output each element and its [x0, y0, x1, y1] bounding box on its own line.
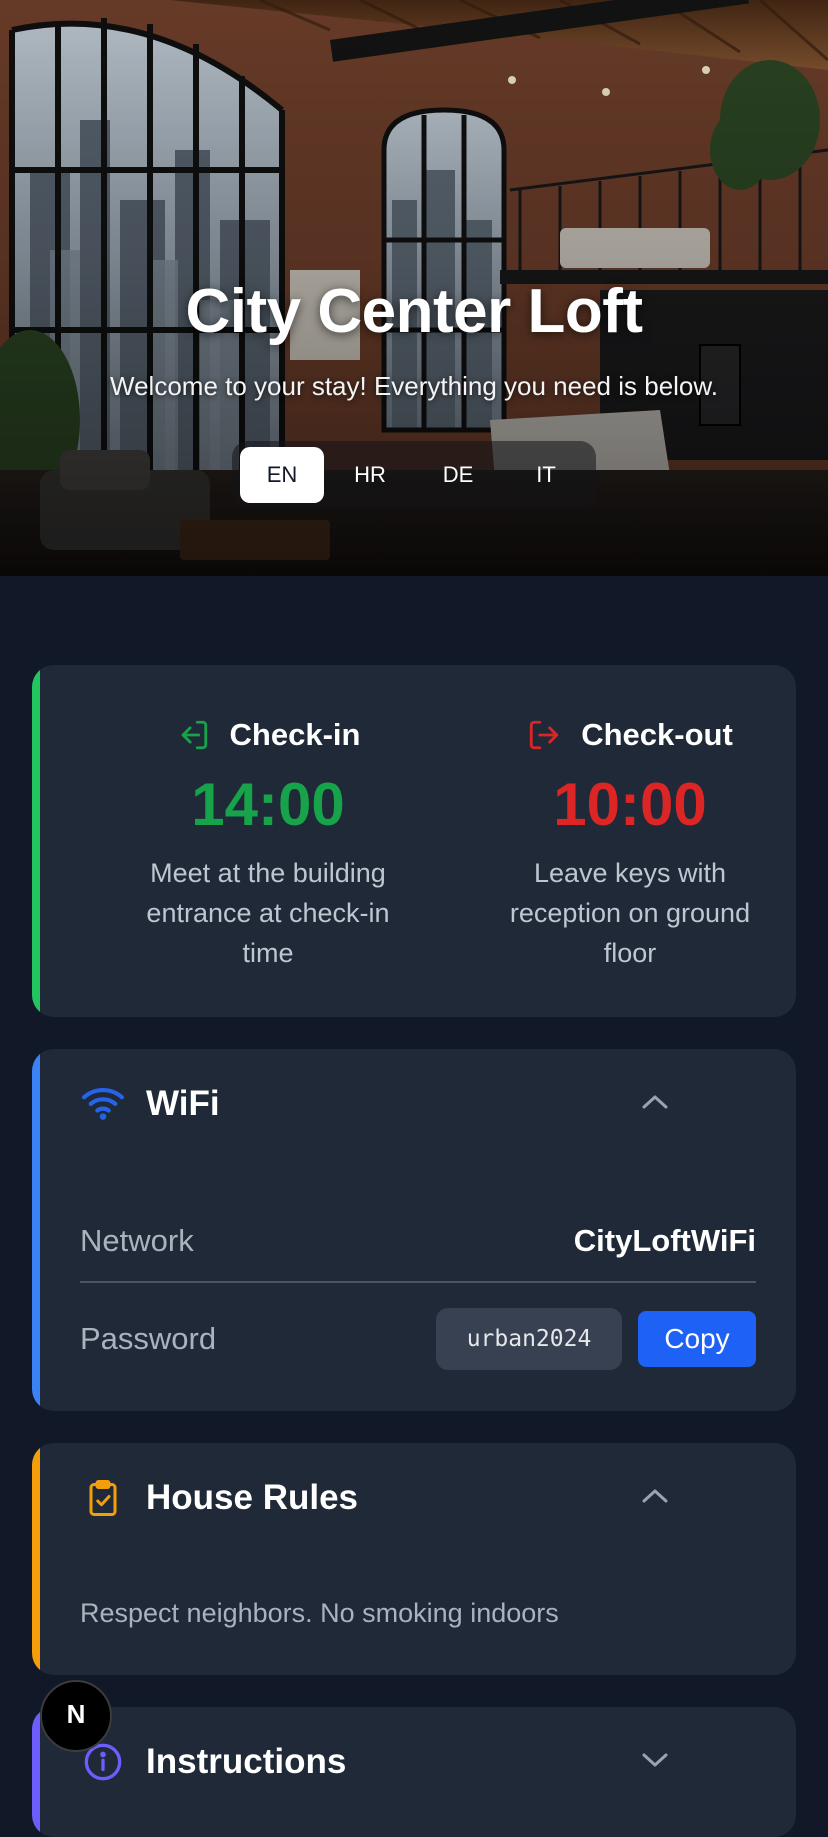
password-value: urban2024: [436, 1308, 622, 1370]
checkin-label: Check-in: [229, 717, 361, 752]
language-it-button[interactable]: IT: [504, 447, 588, 503]
welcome-subtitle: Welcome to your stay! Everything you nee…: [110, 371, 718, 401]
language-de-button[interactable]: DE: [416, 447, 500, 503]
instructions-card: Instructions: [32, 1707, 796, 1837]
clipboard-check-icon: [80, 1478, 126, 1518]
language-switcher: EN HR DE IT: [232, 441, 596, 509]
language-en-button[interactable]: EN: [240, 447, 324, 503]
house-rules-text: Respect neighbors. No smoking indoors: [80, 1598, 559, 1628]
network-label: Network: [80, 1223, 194, 1258]
checkout-time: 10:00: [553, 771, 707, 838]
checkin-checkout-card: Check-in 14:00 Meet at the building entr…: [32, 665, 796, 1017]
chevron-down-icon[interactable]: [640, 1750, 670, 1775]
checkin-description: Meet at the building entrance at check-i…: [146, 858, 390, 968]
checkout-label: Check-out: [581, 717, 733, 752]
divider: [80, 1281, 756, 1283]
house-rules-card: House Rules Respect neighbors. No smokin…: [32, 1443, 796, 1675]
instructions-header[interactable]: Instructions: [80, 1737, 756, 1787]
house-rules-header[interactable]: House Rules: [80, 1473, 756, 1523]
card-accent-bar: [32, 1443, 40, 1675]
wifi-icon: [80, 1084, 126, 1125]
wifi-card: WiFi Network CityLoftWiFi Password urban…: [32, 1049, 796, 1411]
wifi-title: WiFi: [146, 1084, 220, 1123]
chevron-up-icon[interactable]: [640, 1092, 670, 1117]
nextjs-logo-letter: N: [67, 1699, 86, 1729]
card-accent-bar: [32, 665, 40, 1017]
nextjs-logo-icon: N: [61, 1699, 91, 1734]
chevron-up-icon[interactable]: [640, 1486, 670, 1511]
checkout-description: Leave keys with reception on ground floo…: [509, 858, 751, 968]
network-value: CityLoftWiFi: [573, 1223, 756, 1258]
checkin-section: Check-in 14:00 Meet at the building entr…: [118, 665, 418, 973]
login-icon: [176, 718, 210, 752]
house-rules-title: House Rules: [146, 1478, 358, 1517]
logout-icon: [527, 718, 561, 752]
nextjs-dev-badge[interactable]: N: [40, 1680, 112, 1752]
card-accent-bar: [32, 1707, 40, 1837]
page-title: City Center Loft: [185, 277, 644, 346]
hero-banner: City Center Loft Welcome to your stay! E…: [0, 0, 828, 576]
copy-password-button[interactable]: Copy: [638, 1311, 756, 1367]
language-hr-button[interactable]: HR: [328, 447, 412, 503]
password-label: Password: [80, 1321, 217, 1356]
card-accent-bar: [32, 1049, 40, 1411]
checkout-section: Check-out 10:00 Leave keys with receptio…: [480, 665, 780, 973]
wifi-header[interactable]: WiFi: [80, 1079, 756, 1129]
checkin-time: 14:00: [191, 771, 345, 838]
instructions-title: Instructions: [146, 1742, 347, 1781]
